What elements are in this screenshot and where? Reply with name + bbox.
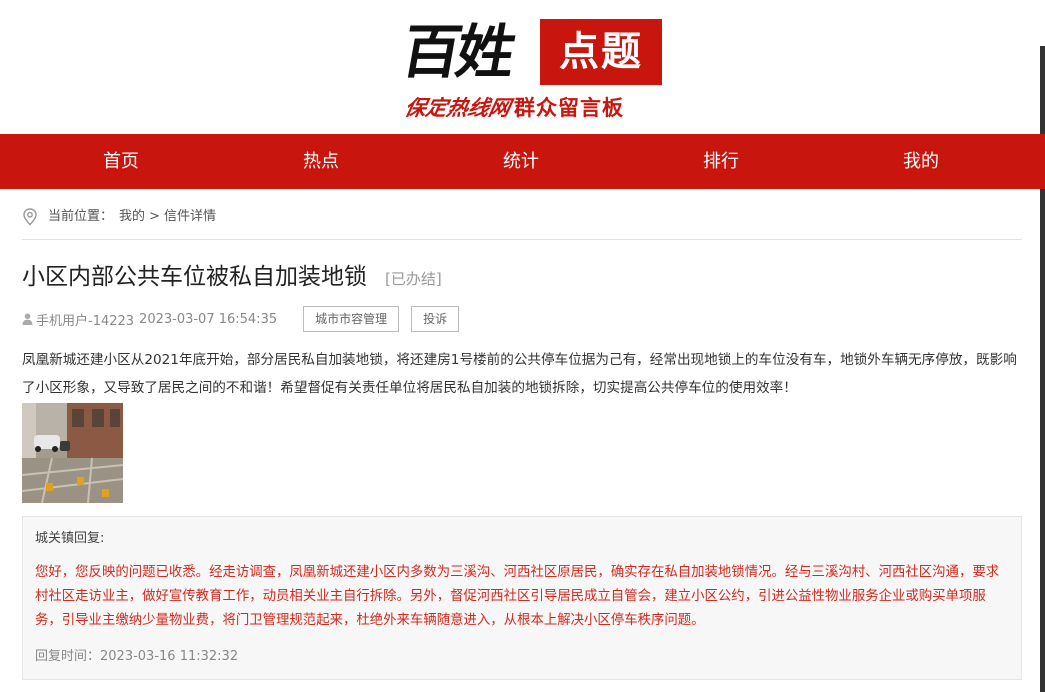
reply-box: 城关镇回复: 您好，您反映的问题已收悉。经走访调查，凤凰新城还建小区内多数为三溪…: [22, 516, 1022, 680]
logo-subtitle: 保定热线网群众留言板: [402, 94, 667, 122]
logo-box-text: 点题: [540, 19, 662, 85]
nav-item-hot[interactable]: 热点: [221, 134, 421, 189]
reply-time: 回复时间：2023-03-16 11:32:32: [35, 647, 238, 667]
letter-photo[interactable]: [22, 403, 123, 503]
letter-datetime: 2023-03-07 16:54:35: [139, 311, 278, 327]
user-icon: [22, 313, 33, 325]
reply-header: 城关镇回复:: [35, 531, 105, 546]
site-logo[interactable]: 百姓 点题 保定热线网群众留言板: [397, 16, 667, 126]
nav-item-ranking[interactable]: 排行: [621, 134, 821, 189]
site-header: 百姓 点题 保定热线网群众留言板: [0, 0, 1045, 134]
divider: [22, 239, 1022, 240]
breadcrumb-link-mine[interactable]: 我的: [119, 206, 145, 228]
breadcrumb: 当前位置： 我的 > 信件详情: [22, 206, 216, 228]
breadcrumb-current: 信件详情: [163, 209, 216, 224]
reply-time-label: 回复时间：: [35, 649, 101, 664]
letter-body: 凤凰新城还建小区从2021年底开始，部分居民私自加装地锁，将还建房1号楼前的公共…: [22, 352, 1017, 396]
nav-item-stats[interactable]: 统计: [421, 134, 621, 189]
logo-main-text: 百姓: [397, 18, 518, 86]
letter-title-row: 小区内部公共车位被私自加装地锁 [已办结]: [22, 260, 442, 294]
logo-sub-script: 保定热线网: [402, 95, 513, 120]
letter-user: 手机用户-14223: [36, 313, 135, 329]
breadcrumb-separator: >: [149, 209, 160, 224]
status-badge: [已办结]: [385, 270, 442, 288]
nav-item-mine[interactable]: 我的: [821, 134, 1021, 189]
complain-tag[interactable]: 投诉: [411, 306, 460, 332]
page-title: 小区内部公共车位被私自加装地锁: [22, 264, 367, 290]
logo-sub-text: 群众留言板: [514, 96, 624, 120]
reply-time-value: 2023-03-16 11:32:32: [100, 649, 239, 664]
category-tag[interactable]: 城市市容管理: [303, 306, 400, 332]
nav-item-home[interactable]: 首页: [21, 134, 221, 189]
location-pin-icon: [22, 208, 38, 226]
reply-body: 您好，您反映的问题已收悉。经走访调查，凤凰新城还建小区内多数为三溪沟、河西社区原…: [35, 565, 1000, 628]
main-nav: 首页 热点 统计 排行 我的: [0, 134, 1045, 189]
letter-meta: 手机用户-14223 2023-03-07 16:54:35 城市市容管理 投诉: [22, 306, 460, 332]
breadcrumb-prefix: 当前位置：: [48, 209, 114, 224]
